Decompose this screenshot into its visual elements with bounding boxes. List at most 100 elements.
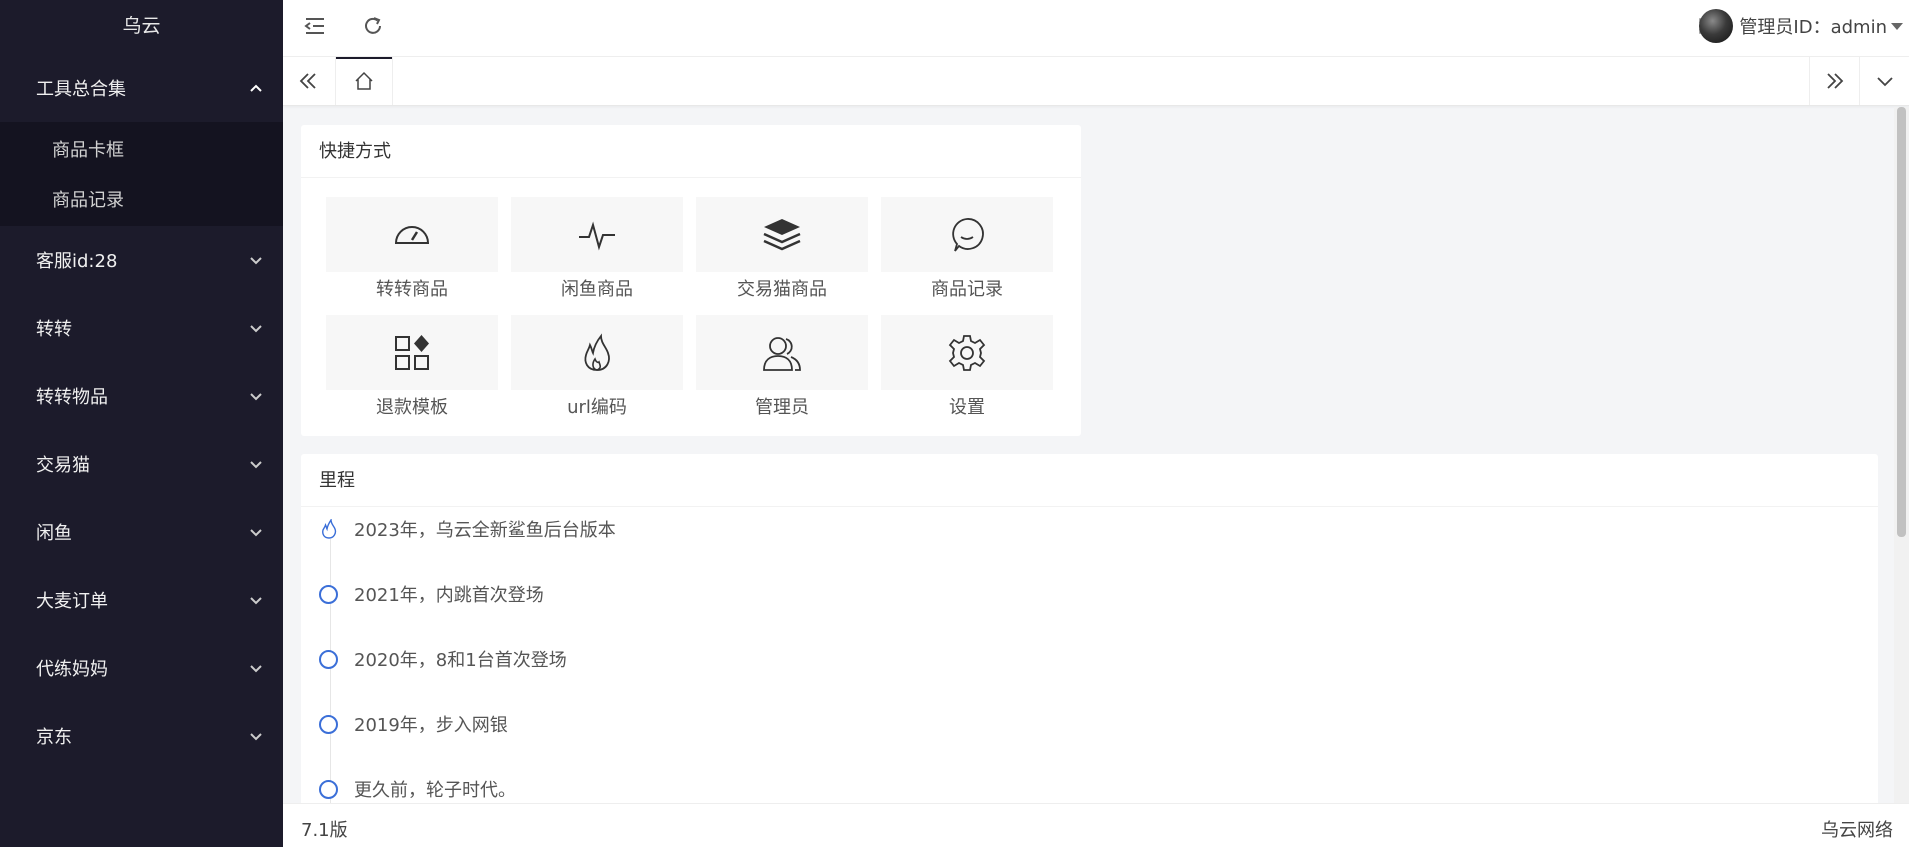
submenu-tools: 商品卡框 商品记录 xyxy=(0,122,283,226)
quick-item-label: 管理员 xyxy=(755,397,809,418)
chevron-down-icon xyxy=(249,593,263,607)
chevron-up-icon xyxy=(249,81,263,95)
version-label: 7.1版 xyxy=(301,820,348,841)
sidebar-item-label: 交易猫 xyxy=(36,455,90,476)
user-name: 管理员ID：admin xyxy=(1739,17,1887,38)
sidebar-item-label: 闲鱼 xyxy=(36,523,72,544)
chevron-down-icon xyxy=(249,457,263,471)
sidebar-item-label: 转转 xyxy=(36,319,72,340)
chevron-down-icon xyxy=(249,389,263,403)
sidebar-item-label: 转转物品 xyxy=(36,387,108,408)
timeline-text: 2023年，乌云全新鲨鱼后台版本 xyxy=(354,520,616,541)
company-label: 乌云网络 xyxy=(1821,820,1893,841)
timeline-dot xyxy=(319,779,338,799)
quick-item-url-encode[interactable]: url编码 xyxy=(511,315,683,420)
apps-icon xyxy=(395,334,429,370)
milestone-card: 里程 2023年，乌云全新鲨鱼后台版本 2021年，内跳首次登场 2020年，8… xyxy=(301,454,1878,803)
quick-item-box[interactable] xyxy=(511,315,683,390)
quick-item-label: 交易猫商品 xyxy=(737,279,827,300)
chevron-down-icon xyxy=(249,525,263,539)
sidebar-item-zhuanzhuan[interactable]: 转转 xyxy=(0,294,283,362)
sidebar-item-dailian[interactable]: 代练妈妈 xyxy=(0,634,283,702)
refresh-button[interactable] xyxy=(359,12,387,40)
sidebar-subitem-product-records[interactable]: 商品记录 xyxy=(0,174,283,224)
quick-item-box[interactable] xyxy=(881,197,1053,272)
scrollbar-thumb[interactable] xyxy=(1897,107,1906,537)
quick-item-box[interactable] xyxy=(696,315,868,390)
chat-icon xyxy=(952,217,984,252)
fire-icon xyxy=(584,332,610,371)
timeline-item: 2021年，内跳首次登场 xyxy=(319,579,1119,609)
home-icon xyxy=(355,71,373,90)
caret-down-icon xyxy=(1891,22,1903,30)
sidebar-item-zhuanzhuan-goods[interactable]: 转转物品 xyxy=(0,362,283,430)
vertical-scrollbar[interactable] xyxy=(1894,107,1909,803)
quick-item-label: url编码 xyxy=(567,397,627,418)
quick-item-label: 转转商品 xyxy=(376,279,448,300)
timeline-item: 2020年，8和1台首次登场 xyxy=(319,644,1119,674)
refresh-icon xyxy=(365,17,381,34)
sidebar-item-label: 工具总合集 xyxy=(36,79,126,100)
timeline-text: 2019年，步入网银 xyxy=(354,715,508,736)
quick-item-label: 退款模板 xyxy=(376,397,448,418)
quick-item-jiaoyimao-goods[interactable]: 交易猫商品 xyxy=(696,197,868,302)
sidebar-item-label: 客服id:28 xyxy=(36,251,118,272)
tabs-scroll-left-button[interactable] xyxy=(283,57,333,105)
avatar xyxy=(1699,9,1734,43)
sidebar-item-label: 大麦订单 xyxy=(36,591,108,612)
indent-icon xyxy=(304,18,324,34)
brand-title: 乌云 xyxy=(122,15,161,37)
chevron-down-icon xyxy=(249,321,263,335)
quick-item-admin[interactable]: 管理员 xyxy=(696,315,868,420)
timeline-text: 2020年，8和1台首次登场 xyxy=(354,650,567,671)
chevron-down-icon xyxy=(1876,77,1893,87)
sidebar-item-tools[interactable]: 工具总合集 xyxy=(0,54,283,122)
quick-item-box[interactable] xyxy=(881,315,1053,390)
sidebar: 乌云 工具总合集 商品卡框 商品记录 客服id:28 转转 转转物品 交易猫 闲… xyxy=(0,0,283,847)
timeline-item: 2019年，步入网银 xyxy=(319,709,1119,739)
main-content: 快捷方式 转转商品 闲鱼商品 交易猫商品 商品记录 退款模板 url编码 管理员… xyxy=(283,107,1893,803)
footer: 7.1版 乌云网络 xyxy=(283,803,1909,847)
quick-item-label: 商品记录 xyxy=(931,279,1003,300)
top-header: 管理员ID：admin xyxy=(283,0,1909,57)
users-icon xyxy=(763,336,801,371)
timeline-item: 更久前，轮子时代。 xyxy=(319,774,1119,803)
timeline-dot xyxy=(319,714,338,734)
quick-item-box[interactable] xyxy=(511,197,683,272)
quick-item-box[interactable] xyxy=(326,197,498,272)
sidebar-item-damai-orders[interactable]: 大麦订单 xyxy=(0,566,283,634)
menu-collapse-button[interactable] xyxy=(301,12,329,40)
quick-item-box[interactable] xyxy=(696,197,868,272)
timeline-text: 更久前，轮子时代。 xyxy=(354,780,516,801)
quick-item-product-records[interactable]: 商品记录 xyxy=(881,197,1053,302)
chevron-down-icon xyxy=(249,729,263,743)
sidebar-item-xianyu[interactable]: 闲鱼 xyxy=(0,498,283,566)
sidebar-item-label: 京东 xyxy=(36,727,72,748)
sidebar-item-jd[interactable]: 京东 xyxy=(0,702,283,770)
quick-item-settings[interactable]: 设置 xyxy=(881,315,1053,420)
sidebar-subitem-product-card[interactable]: 商品卡框 xyxy=(0,124,283,174)
sidebar-item-customer-service[interactable]: 客服id:28 xyxy=(0,226,283,294)
quick-item-box[interactable] xyxy=(326,315,498,390)
card-title: 快捷方式 xyxy=(301,125,1081,178)
quick-item-refund-template[interactable]: 退款模板 xyxy=(326,315,498,420)
tabs-scroll-right-button[interactable] xyxy=(1809,57,1859,105)
quick-item-label: 设置 xyxy=(949,397,985,418)
user-menu[interactable]: 管理员ID：admin xyxy=(1699,8,1903,44)
gauge-icon xyxy=(394,225,430,244)
tab-home[interactable] xyxy=(335,57,393,105)
sidebar-item-label: 代练妈妈 xyxy=(36,659,108,680)
quick-item-zhuanzhuan-goods[interactable]: 转转商品 xyxy=(326,197,498,302)
quick-item-xianyu-goods[interactable]: 闲鱼商品 xyxy=(511,197,683,302)
fire-icon xyxy=(319,519,338,539)
chevron-down-icon xyxy=(249,253,263,267)
timeline-dot xyxy=(319,649,338,669)
timeline-dot xyxy=(319,584,338,604)
tabs-dropdown-button[interactable] xyxy=(1859,57,1909,105)
tabs-bar xyxy=(283,57,1909,106)
chevron-down-icon xyxy=(249,661,263,675)
card-title: 里程 xyxy=(301,454,1878,507)
sidebar-item-jiaoyimao[interactable]: 交易猫 xyxy=(0,430,283,498)
pulse-icon xyxy=(579,221,615,250)
quick-access-card: 快捷方式 转转商品 闲鱼商品 交易猫商品 商品记录 退款模板 url编码 管理员… xyxy=(301,125,1081,436)
